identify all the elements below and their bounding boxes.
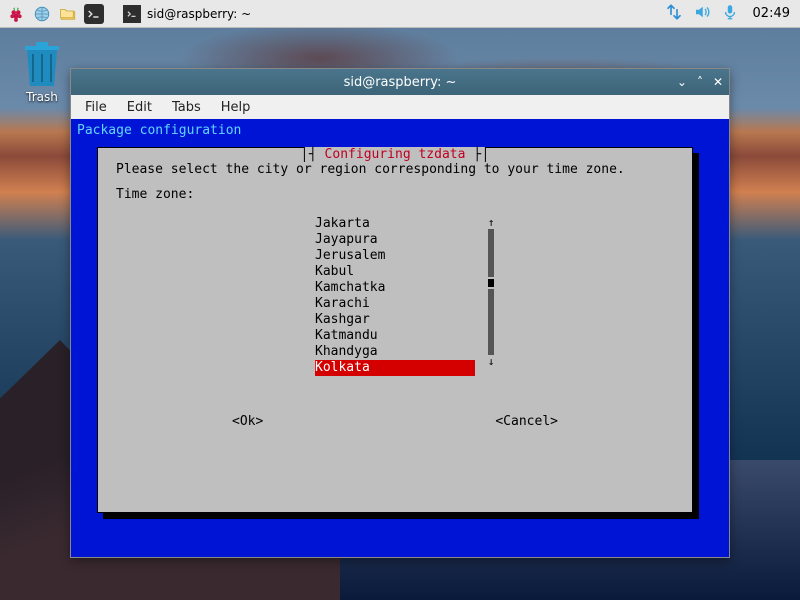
window-title: sid@raspberry: ~ [71,75,729,90]
timezone-option[interactable]: Jayapura [315,232,475,248]
dialog-prompt: Please select the city or region corresp… [116,162,674,177]
taskbar-window-label: sid@raspberry: ~ [147,7,251,21]
timezone-option[interactable]: Jakarta [315,216,475,232]
timezone-option[interactable]: Kamchatka [315,280,475,296]
microphone-icon[interactable] [721,3,739,24]
menu-tabs[interactable]: Tabs [164,98,209,117]
terminal-launcher-icon[interactable] [84,4,104,24]
tzdata-dialog: ┤ Configuring tzdata ├ Please select the… [97,147,693,513]
raspberry-menu-icon[interactable] [6,4,26,24]
terminal-body: Package configuration ┤ Configuring tzda… [71,119,729,557]
menu-file[interactable]: File [77,98,115,117]
window-titlebar[interactable]: sid@raspberry: ~ ⌄ ˄ ✕ [71,69,729,95]
menu-edit[interactable]: Edit [119,98,160,117]
cancel-button[interactable]: <Cancel> [495,414,558,429]
field-label: Time zone: [116,187,674,202]
terminal-icon [123,5,141,23]
list-scrollbar[interactable]: ↑ ↓ [487,216,495,368]
timezone-option[interactable]: Kolkata [315,360,475,376]
volume-icon[interactable] [693,3,711,24]
terminal-window: sid@raspberry: ~ ⌄ ˄ ✕ File Edit Tabs He… [70,68,730,558]
network-icon[interactable] [665,3,683,24]
timezone-option[interactable]: Katmandu [315,328,475,344]
dialog-title: ┤ Configuring tzdata ├ [304,147,486,162]
clock[interactable]: 02:49 [749,6,794,21]
scroll-up-icon[interactable]: ↑ [487,216,495,229]
timezone-option[interactable]: Jerusalem [315,248,475,264]
taskbar-window-button[interactable]: sid@raspberry: ~ [118,2,262,26]
timezone-option[interactable]: Khandyga [315,344,475,360]
package-config-header: Package configuration [77,123,723,138]
trash-desktop-icon[interactable]: Trash [12,40,72,104]
web-browser-icon[interactable] [32,4,52,24]
close-icon[interactable]: ✕ [713,75,723,89]
ok-button[interactable]: <Ok> [232,414,263,429]
trash-label: Trash [12,90,72,104]
timezone-option[interactable]: Kashgar [315,312,475,328]
window-menu-icon[interactable]: ⌄ [677,75,687,89]
timezone-option[interactable]: Karachi [315,296,475,312]
menu-help[interactable]: Help [213,98,259,117]
file-manager-icon[interactable] [58,4,78,24]
taskbar: sid@raspberry: ~ 02:49 [0,0,800,28]
scroll-down-icon[interactable]: ↓ [487,355,495,368]
timezone-list[interactable]: JakartaJayapuraJerusalemKabulKamchatkaKa… [315,216,475,376]
trash-icon [21,40,63,88]
timezone-option[interactable]: Kabul [315,264,475,280]
minimize-icon[interactable]: ˄ [697,75,703,89]
menubar: File Edit Tabs Help [71,95,729,119]
